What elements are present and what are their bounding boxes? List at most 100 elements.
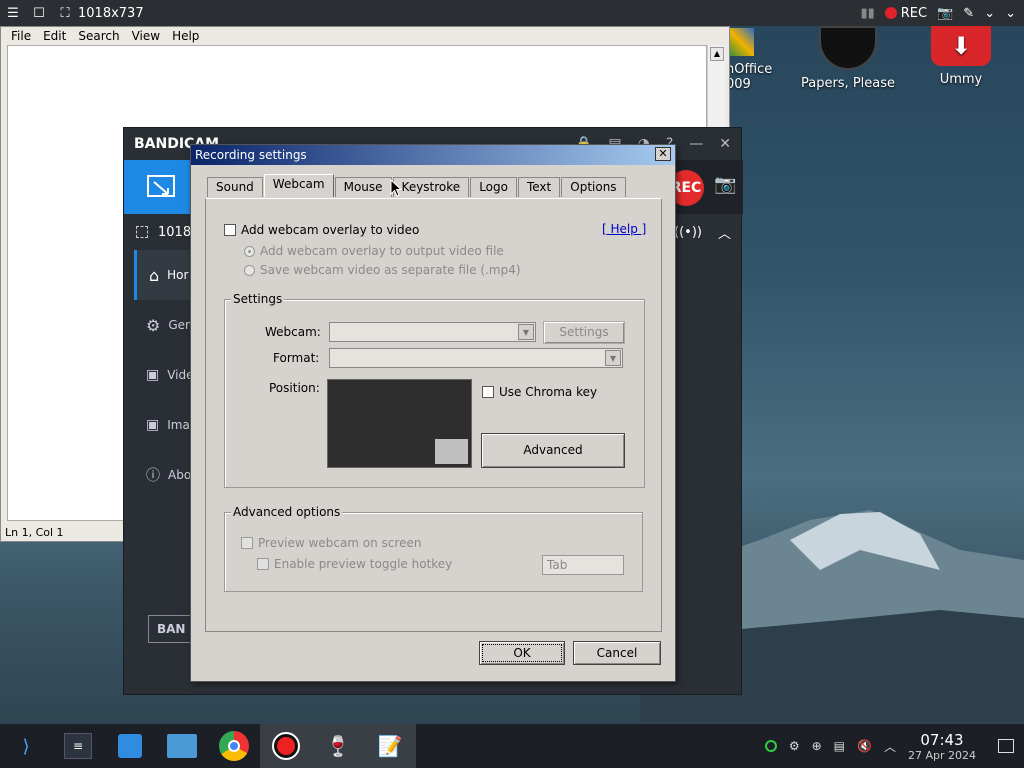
position-label: Position: <box>269 381 320 395</box>
tab-text[interactable]: Text <box>517 177 561 197</box>
webcam-select[interactable]: ▼ <box>329 322 536 342</box>
tab-logo[interactable]: Logo <box>470 177 517 197</box>
preview-row[interactable]: Preview webcam on screen <box>241 536 421 550</box>
wine-glass-icon: 🍷 <box>325 734 351 758</box>
hotkey-input[interactable]: Tab <box>542 555 624 575</box>
bandicam-camera-icon[interactable]: 📷 <box>714 174 736 195</box>
pen-icon[interactable]: ✎ <box>963 6 974 21</box>
window-icon[interactable]: ☐ <box>26 6 52 21</box>
ok-button[interactable]: OK <box>479 641 565 665</box>
notepad-icon: 📝 <box>377 734 403 758</box>
select-area-icon <box>147 175 175 197</box>
add-overlay-row[interactable]: Add webcam overlay to video <box>224 223 419 237</box>
folder-icon <box>167 734 197 758</box>
chroma-checkbox[interactable] <box>482 386 494 398</box>
network-icon[interactable]: ⚙ <box>789 739 800 753</box>
menu-search[interactable]: Search <box>72 29 125 43</box>
taskbar-settings[interactable]: ≡ <box>52 724 104 768</box>
help-link[interactable]: [ Help ] <box>602 222 646 236</box>
volume-muted-icon[interactable]: 🔇 <box>857 739 872 753</box>
radio-output[interactable] <box>244 245 255 257</box>
region-checkbox-icon[interactable] <box>136 226 148 238</box>
menu-view[interactable]: View <box>126 29 166 43</box>
broadcast-icon[interactable]: ((•)) <box>674 225 702 240</box>
sidebar-item-general[interactable]: ⚙ Gen <box>134 300 194 350</box>
scroll-up-icon[interactable]: ▲ <box>710 47 724 61</box>
resize-icon[interactable]: ⛶ <box>52 6 78 21</box>
chroma-row[interactable]: Use Chroma key <box>482 385 597 399</box>
recording-settings-dialog: Recording settings ✕ Sound Webcam Mouse … <box>190 144 676 682</box>
format-select[interactable]: ▼ <box>329 348 623 368</box>
tab-options[interactable]: Options <box>561 177 626 197</box>
menu-file[interactable]: File <box>5 29 37 43</box>
radio-separate[interactable] <box>244 264 255 276</box>
clipboard-icon[interactable]: ▤ <box>834 739 845 753</box>
desktop-icon-ummy[interactable]: ⬇ Ummy <box>924 26 998 87</box>
webcam-label: Webcam: <box>265 325 321 339</box>
clock[interactable]: 07:43 27 Apr 2024 <box>908 731 976 762</box>
collapse-chevron-icon[interactable]: ︿ <box>718 223 731 242</box>
taskbar-chrome[interactable] <box>208 724 260 768</box>
webcam-tab-panel: Add webcam overlay to video [ Help ] Add… <box>205 198 662 632</box>
advanced-options-group: Advanced options Preview webcam on scree… <box>224 505 643 592</box>
rectangle-mode-button[interactable] <box>124 160 196 214</box>
launcher-icon: ⟩ <box>22 735 30 757</box>
tray-expand-icon[interactable]: ︿ <box>884 738 896 755</box>
tab-webcam[interactable]: Webcam <box>263 174 334 197</box>
desktop-icon-papers-please[interactable]: Papers, Please <box>800 26 896 91</box>
radio-output-row[interactable]: Add webcam overlay to output video file <box>244 244 504 258</box>
toggle-hotkey-checkbox[interactable] <box>257 558 269 570</box>
position-preview[interactable] <box>327 379 472 468</box>
close-icon[interactable]: ✕ <box>719 136 731 152</box>
minimize-icon[interactable]: — <box>689 136 703 152</box>
tab-mouse[interactable]: Mouse <box>334 177 392 197</box>
launcher-button[interactable]: ⟩ <box>0 724 52 768</box>
bandicam-sidebar: ⌂ Hor ⚙ Gen ▣ Vide ▣ Ima ⓘ Abo <box>134 250 194 660</box>
image-settings-icon: ▣ <box>146 417 160 433</box>
update-icon[interactable]: ⊕ <box>812 739 822 753</box>
taskbar: ⟩ ≡ 🍷 📝 ⚙ ⊕ ▤ 🔇 ︿ 07:43 27 Apr 2024 <box>0 724 1024 768</box>
preview-checkbox[interactable] <box>241 537 253 549</box>
sidebar-item-home[interactable]: ⌂ Hor <box>134 250 194 300</box>
close-icon: ✕ <box>658 147 668 160</box>
toggle-hotkey-row[interactable]: Enable preview toggle hotkey <box>257 557 452 571</box>
clock-time: 07:43 <box>920 730 964 749</box>
sidebar-item-video[interactable]: ▣ Vide <box>134 350 194 400</box>
menu-icon[interactable]: ☰ <box>0 6 26 21</box>
settings-tabs: Sound Webcam Mouse Keystroke Logo Text O… <box>207 174 627 197</box>
menu-help[interactable]: Help <box>166 29 205 43</box>
notepad-menubar: File Edit Search View Help <box>1 27 729 45</box>
home-icon: ⌂ <box>149 265 160 285</box>
taskbar-notepad[interactable]: 📝 <box>364 724 416 768</box>
radio-separate-row[interactable]: Save webcam video as separate file (.mp4… <box>244 263 521 277</box>
webcam-settings-button[interactable]: Settings <box>543 321 625 344</box>
webcam-position-marker[interactable] <box>435 439 468 464</box>
sidebar-item-about[interactable]: ⓘ Abo <box>134 450 194 500</box>
rec-indicator[interactable]: REC <box>884 6 927 21</box>
taskbar-wine[interactable]: 🍷 <box>312 724 364 768</box>
pause-icon[interactable]: ▮▮ <box>860 6 874 21</box>
desktop-icon-office[interactable]: nOffice 009 <box>726 28 776 92</box>
taskbar-files[interactable] <box>156 724 208 768</box>
add-overlay-checkbox[interactable] <box>224 224 236 236</box>
taskbar-store[interactable] <box>104 724 156 768</box>
sidebar-item-image[interactable]: ▣ Ima <box>134 400 194 450</box>
camera-icon[interactable]: 📷 <box>937 6 953 21</box>
rec-dot-icon <box>884 7 897 19</box>
chevron-down-icon[interactable]: ⌄ <box>984 6 995 21</box>
cancel-button[interactable]: Cancel <box>573 641 661 665</box>
tab-keystroke[interactable]: Keystroke <box>392 177 470 197</box>
record-icon <box>272 732 300 760</box>
chevron-down-double-icon[interactable]: ⌄ <box>1005 6 1016 21</box>
taskbar-bandicam[interactable] <box>260 724 312 768</box>
dialog-titlebar: Recording settings <box>191 145 675 165</box>
settings-group-label: Settings <box>231 292 285 306</box>
advanced-button[interactable]: Advanced <box>481 433 625 468</box>
dialog-close-button[interactable]: ✕ <box>655 147 671 161</box>
show-desktop-icon[interactable] <box>998 739 1014 753</box>
status-green-icon[interactable] <box>764 740 777 752</box>
tab-sound[interactable]: Sound <box>207 177 263 197</box>
menu-edit[interactable]: Edit <box>37 29 72 43</box>
radio-output-label: Add webcam overlay to output video file <box>260 244 504 258</box>
info-icon: ⓘ <box>146 468 160 484</box>
